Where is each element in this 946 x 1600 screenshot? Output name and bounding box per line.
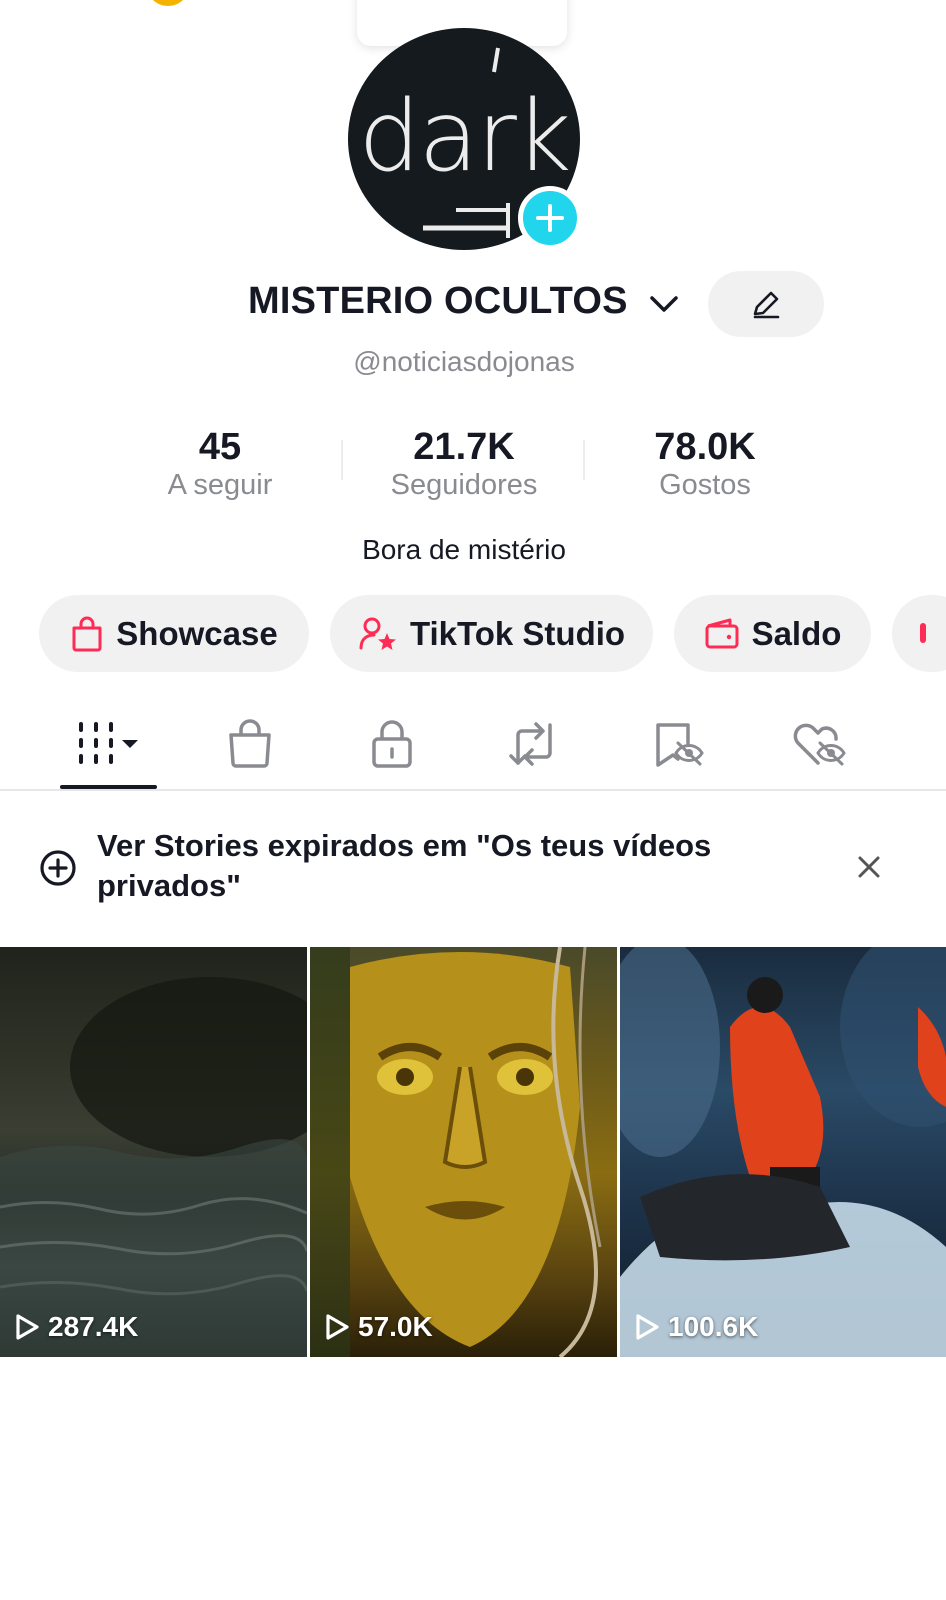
edit-profile-button[interactable] <box>708 271 824 337</box>
play-icon <box>636 1314 659 1340</box>
play-icon <box>16 1314 39 1340</box>
thumbnail-art <box>310 947 602 1357</box>
view-count: 57.0K <box>324 1311 433 1343</box>
video-thumbnail[interactable]: 57.0K <box>310 947 617 1357</box>
tab-private[interactable] <box>342 700 442 788</box>
tab-shop[interactable] <box>200 700 300 788</box>
repost-icon <box>509 722 552 766</box>
stat-likes[interactable]: 78.0K Gostos <box>605 426 805 502</box>
video-thumbnail[interactable]: 287.4K <box>0 947 307 1357</box>
thumbnail-art <box>620 947 946 1357</box>
tab-reposts[interactable] <box>484 700 584 788</box>
stat-label: Gostos <box>659 469 751 501</box>
view-count-value: 100.6K <box>668 1311 759 1342</box>
stat-label: Seguidores <box>390 469 538 501</box>
showcase-button[interactable]: Showcase <box>39 595 309 672</box>
tab-videos[interactable] <box>60 700 160 788</box>
stat-value: 78.0K <box>654 426 756 468</box>
plus-icon <box>536 204 564 232</box>
view-count-value: 57.0K <box>358 1311 433 1342</box>
lock-icon <box>372 720 412 768</box>
view-count: 100.6K <box>634 1311 758 1343</box>
videos-grid-icon <box>79 722 138 764</box>
stat-following[interactable]: 45 A seguir <box>120 426 320 502</box>
more-pill-button[interactable] <box>892 595 946 672</box>
status-emoji <box>146 0 190 6</box>
profile-name[interactable]: MISTERIO OCULTOS <box>248 280 628 323</box>
view-count: 287.4K <box>14 1311 138 1343</box>
video-thumbnail[interactable]: 100.6K <box>620 947 946 1357</box>
liked-hidden-icon <box>793 723 846 766</box>
profile-bio: Bora de mistério <box>362 534 566 565</box>
creator-star-icon <box>359 617 396 650</box>
tab-liked[interactable] <box>768 700 868 788</box>
play-icon <box>326 1314 349 1340</box>
stat-value: 21.7K <box>413 426 515 468</box>
stat-divider <box>341 440 343 480</box>
chevron-down-icon[interactable] <box>648 290 680 323</box>
stat-followers[interactable]: 21.7K Seguidores <box>362 426 566 502</box>
favorites-hidden-icon <box>656 723 704 767</box>
shop-bag-icon <box>229 719 271 768</box>
profile-tabs <box>0 700 946 790</box>
close-icon[interactable] <box>852 850 886 889</box>
tooltip-text: Conta tudo <box>357 0 567 8</box>
tiktok-studio-button[interactable]: TikTok Studio <box>330 595 653 672</box>
pill-label: Saldo <box>751 614 842 652</box>
pill-label: TikTok Studio <box>409 614 626 652</box>
avatar-text: dark <box>358 80 571 194</box>
stat-value: 45 <box>198 426 242 468</box>
tab-favorites[interactable] <box>628 700 728 788</box>
shopping-bag-icon <box>72 616 102 651</box>
pencil-icon <box>753 291 780 319</box>
pill-label: Showcase <box>116 614 278 652</box>
balance-button[interactable]: Saldo <box>674 595 871 672</box>
tabs-divider <box>0 789 946 791</box>
add-story-button[interactable] <box>518 186 582 250</box>
stories-icon <box>38 848 78 893</box>
partial-pink-icon <box>920 622 926 643</box>
stories-banner-text[interactable]: Ver Stories expirados em "Os teus vídeos… <box>97 826 757 906</box>
thumbnail-art <box>0 977 307 1357</box>
profile-handle: @noticiasdojonas <box>353 346 575 377</box>
stat-label: A seguir <box>167 469 273 501</box>
stat-divider <box>583 440 585 480</box>
view-count-value: 287.4K <box>48 1311 139 1342</box>
wallet-icon <box>705 618 739 648</box>
